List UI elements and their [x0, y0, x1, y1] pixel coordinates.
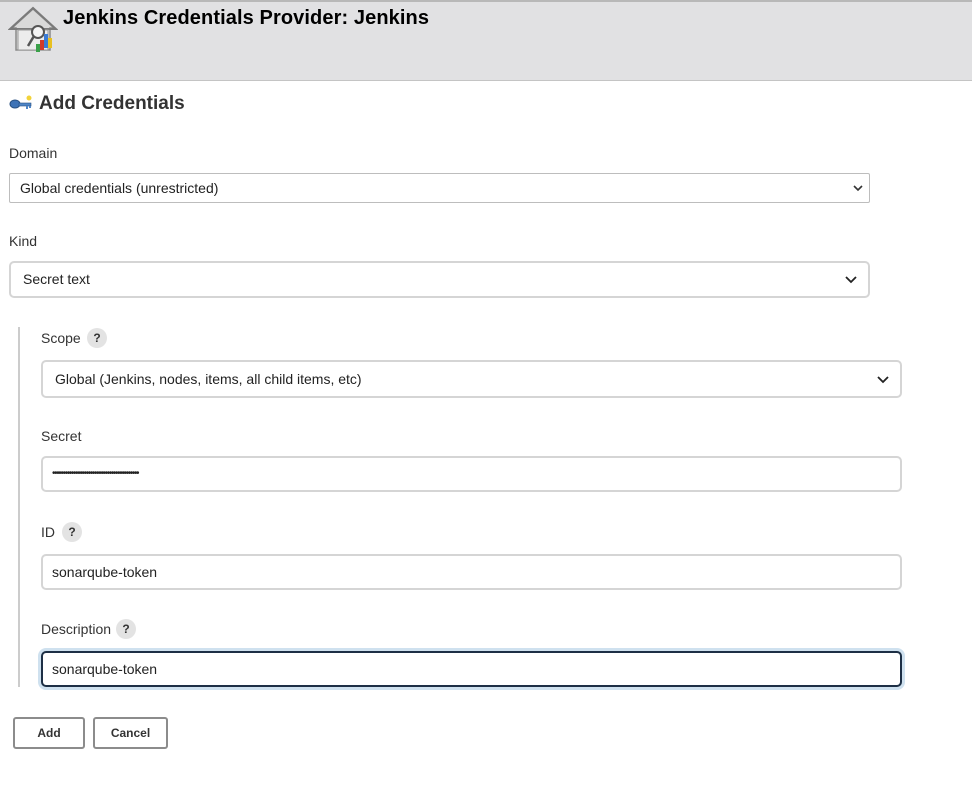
scope-select[interactable]: Global (Jenkins, nodes, items, all child… — [41, 360, 902, 398]
right-edge-strip — [972, 0, 978, 800]
scope-selected-value: Global (Jenkins, nodes, items, all child… — [55, 371, 362, 387]
section-title: Add Credentials — [39, 93, 185, 114]
page-header: Jenkins Credentials Provider: Jenkins — [0, 0, 972, 81]
key-icon — [9, 95, 32, 109]
chevron-down-icon — [845, 276, 857, 284]
scope-label: Scope — [41, 330, 81, 346]
description-label: Description — [41, 621, 112, 637]
chevron-down-icon — [877, 376, 889, 384]
page-title: Jenkins Credentials Provider: Jenkins — [63, 7, 430, 29]
nested-fields-border — [18, 327, 20, 687]
kind-selected-value: Secret text — [23, 271, 90, 287]
domain-label: Domain — [9, 145, 58, 161]
kind-select[interactable]: Secret text — [9, 261, 870, 298]
id-help-icon[interactable]: ? — [62, 522, 82, 542]
chevron-down-icon — [853, 185, 863, 192]
cancel-button[interactable]: Cancel — [93, 717, 168, 749]
kind-label: Kind — [9, 233, 38, 249]
id-label: ID — [41, 524, 55, 540]
secret-input[interactable]: ••••••••••••••••••••••••••••••••••••••••… — [41, 456, 902, 492]
id-input[interactable]: sonarqube-token — [41, 554, 902, 590]
description-help-icon[interactable]: ? — [116, 619, 136, 639]
description-input[interactable]: sonarqube-token — [41, 651, 902, 687]
add-button[interactable]: Add — [13, 717, 85, 749]
credentials-house-icon — [8, 6, 58, 52]
secret-label: Secret — [41, 428, 82, 444]
domain-select[interactable]: Global credentials (unrestricted) — [9, 173, 870, 203]
scope-help-icon[interactable]: ? — [87, 328, 107, 348]
domain-selected-value: Global credentials (unrestricted) — [20, 180, 219, 196]
